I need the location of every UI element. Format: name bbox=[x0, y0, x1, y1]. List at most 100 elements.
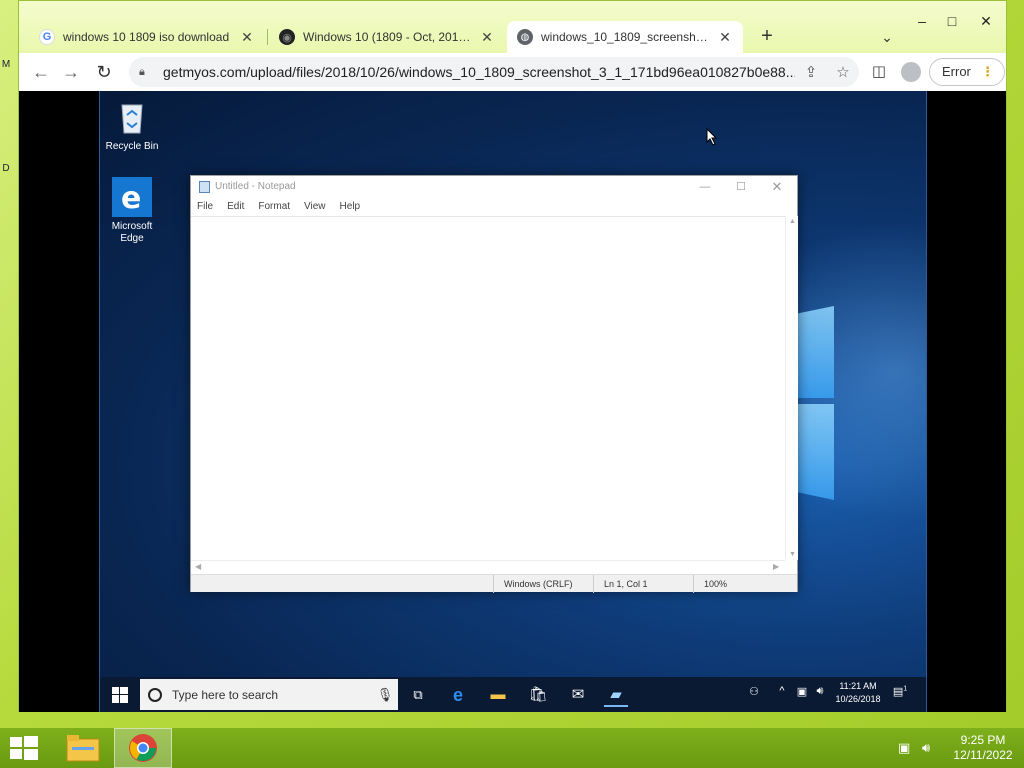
desktop-icon-recycle-bin[interactable]: Recycle Bin bbox=[100, 97, 164, 153]
globe-icon: ◍ bbox=[517, 29, 533, 45]
windows-start-icon[interactable] bbox=[10, 736, 38, 760]
clock-date: 10/26/2018 bbox=[835, 694, 881, 704]
windows-logo-pane bbox=[798, 404, 834, 500]
back-icon[interactable]: ← bbox=[27, 58, 55, 86]
scroll-up-icon[interactable]: ▲ bbox=[786, 218, 799, 225]
clock-date: 12/11/2022 bbox=[953, 748, 1013, 762]
reload-icon[interactable]: ↻ bbox=[90, 58, 118, 86]
notepad-icon[interactable]: ▰ bbox=[604, 683, 628, 707]
new-tab-button[interactable]: + bbox=[755, 25, 779, 49]
notepad-close-button[interactable]: ✕ bbox=[759, 178, 795, 196]
google-icon: G bbox=[39, 29, 55, 45]
menu-file[interactable]: File bbox=[195, 198, 219, 216]
status-zoom: 100% bbox=[693, 575, 797, 593]
tab-close-icon[interactable]: ✕ bbox=[717, 29, 733, 46]
edge-icon[interactable]: e bbox=[446, 683, 470, 707]
notification-count: 1 bbox=[903, 685, 908, 693]
error-label: Error bbox=[942, 64, 971, 79]
svg-text:e: e bbox=[121, 181, 141, 216]
notepad-titlebar[interactable]: Untitled - Notepad — ☐ ✕ bbox=[191, 176, 797, 198]
windows-start-icon[interactable] bbox=[108, 683, 132, 707]
lock-icon: 🔒︎ bbox=[139, 65, 145, 78]
mail-icon[interactable]: ✉ bbox=[566, 683, 590, 707]
status-encoding: Windows (CRLF) bbox=[493, 575, 593, 593]
tab-separator bbox=[267, 29, 268, 45]
win8-clock[interactable]: 9:25 PM 12/11/2022 bbox=[948, 733, 1018, 763]
volume-icon[interactable]: 🔊︎ bbox=[812, 685, 828, 698]
volume-icon[interactable]: 🔊︎ bbox=[922, 740, 930, 756]
notepad-minimize-button[interactable]: — bbox=[687, 178, 723, 196]
notepad-icon bbox=[199, 181, 210, 193]
network-icon[interactable]: ▣ bbox=[898, 740, 910, 756]
tab-windows-10-1809[interactable]: ◉ Windows 10 (1809 - Oct, 2018) H ✕ bbox=[269, 21, 505, 53]
windows-logo-pane bbox=[798, 306, 834, 398]
clock-time: 9:25 PM bbox=[960, 733, 1006, 747]
error-chip-button[interactable]: Error ⋮ bbox=[929, 58, 1005, 86]
notepad-maximize-button[interactable]: ☐ bbox=[723, 178, 759, 196]
chrome-window: G windows 10 1809 iso download ✕ ◉ Windo… bbox=[18, 0, 1007, 712]
disc-icon: ◉ bbox=[279, 29, 295, 45]
desktop-edge-label: D bbox=[2, 163, 10, 174]
status-position: Ln 1, Col 1 bbox=[593, 575, 693, 593]
microphone-icon[interactable]: 🎙︎ bbox=[372, 687, 398, 703]
recycle-bin-icon bbox=[112, 97, 152, 137]
taskbar-search-box[interactable]: Type here to search 🎙︎ bbox=[140, 679, 398, 710]
notepad-statusbar: Windows (CRLF) Ln 1, Col 1 100% bbox=[191, 574, 797, 593]
desktop-edge-label: M bbox=[1, 59, 11, 70]
forward-icon[interactable]: → bbox=[57, 58, 85, 86]
notepad-menubar: File Edit Format View Help bbox=[191, 198, 372, 216]
tab-search-chevron-icon[interactable]: ⌄ bbox=[875, 25, 899, 49]
menu-help[interactable]: Help bbox=[338, 198, 367, 216]
address-bar[interactable]: 🔒︎ getmyos.com/upload/files/2018/10/26/w… bbox=[129, 57, 859, 87]
mouse-cursor-icon bbox=[706, 128, 718, 146]
scroll-down-icon[interactable]: ▼ bbox=[786, 551, 799, 558]
tab-title: Windows 10 (1809 - Oct, 2018) H bbox=[303, 30, 473, 44]
tab-screenshot-active[interactable]: ◍ windows_10_1809_screenshot_3_ ✕ bbox=[507, 21, 743, 53]
notepad-title: Untitled - Notepad bbox=[215, 181, 296, 192]
win10-taskbar: Type here to search 🎙︎ ⧉ e ▬ 🛍︎ ✉ ▰ ⚇ ^ … bbox=[100, 677, 926, 712]
scroll-left-icon[interactable]: ◀ bbox=[195, 562, 201, 571]
more-menu-icon[interactable]: ⋮ bbox=[981, 59, 994, 85]
maximize-button[interactable]: □ bbox=[935, 9, 969, 33]
win10-screenshot: Recycle Bin e Microsoft Edge Untitled - … bbox=[99, 91, 927, 712]
close-button[interactable]: ✕ bbox=[969, 9, 1003, 33]
tab-title: windows_10_1809_screenshot_3_ bbox=[541, 30, 711, 44]
task-view-icon[interactable]: ⧉ bbox=[406, 683, 430, 707]
horizontal-scrollbar[interactable]: ◀ ▶ bbox=[191, 560, 785, 574]
tab-close-icon[interactable]: ✕ bbox=[479, 29, 495, 46]
share-icon[interactable]: ⇪ bbox=[795, 63, 827, 81]
file-explorer-icon[interactable] bbox=[54, 728, 112, 768]
store-icon[interactable]: 🛍︎ bbox=[526, 683, 550, 707]
tab-google-search[interactable]: G windows 10 1809 iso download ✕ bbox=[29, 21, 265, 53]
browser-toolbar: ← → ↻ 🔒︎ getmyos.com/upload/files/2018/1… bbox=[19, 53, 1006, 91]
menu-view[interactable]: View bbox=[302, 198, 332, 216]
page-content: Recycle Bin e Microsoft Edge Untitled - … bbox=[19, 91, 1006, 712]
win8-taskbar: ▣ 🔊︎ 9:25 PM 12/11/2022 bbox=[0, 728, 1024, 768]
vertical-scrollbar[interactable]: ▲ ▼ bbox=[785, 216, 798, 560]
tab-strip: G windows 10 1809 iso download ✕ ◉ Windo… bbox=[19, 1, 1006, 53]
show-hidden-icons-chevron-icon[interactable]: ^ bbox=[774, 685, 790, 697]
desktop-icon-edge[interactable]: e Microsoft Edge bbox=[100, 177, 164, 245]
desktop-icon-label: Recycle Bin bbox=[105, 141, 159, 152]
people-icon[interactable]: ⚇ bbox=[746, 685, 762, 698]
notepad-text-area[interactable] bbox=[191, 216, 785, 560]
tab-title: windows 10 1809 iso download bbox=[63, 30, 230, 44]
file-explorer-icon[interactable]: ▬ bbox=[486, 683, 510, 707]
tab-close-icon[interactable]: ✕ bbox=[239, 29, 255, 46]
url-text[interactable]: getmyos.com/upload/files/2018/10/26/wind… bbox=[163, 64, 795, 80]
profile-avatar[interactable] bbox=[901, 62, 921, 82]
clock-time: 11:21 AM bbox=[839, 681, 877, 691]
cortana-icon bbox=[148, 687, 162, 702]
side-panel-icon[interactable]: ◫ bbox=[865, 58, 893, 86]
desktop-icon-label: Microsoft Edge bbox=[111, 221, 153, 244]
menu-edit[interactable]: Edit bbox=[225, 198, 250, 216]
edge-icon: e bbox=[112, 177, 152, 217]
menu-format[interactable]: Format bbox=[256, 198, 296, 216]
action-center-icon[interactable]: ▤1 bbox=[892, 685, 908, 698]
win10-clock[interactable]: 11:21 AM 10/26/2018 bbox=[832, 680, 884, 706]
minimize-button[interactable]: – bbox=[905, 9, 939, 33]
bookmark-star-icon[interactable]: ☆ bbox=[827, 63, 859, 81]
network-icon[interactable]: ▣ bbox=[794, 685, 810, 698]
scroll-right-icon[interactable]: ▶ bbox=[773, 562, 779, 571]
chrome-icon[interactable] bbox=[114, 728, 172, 768]
